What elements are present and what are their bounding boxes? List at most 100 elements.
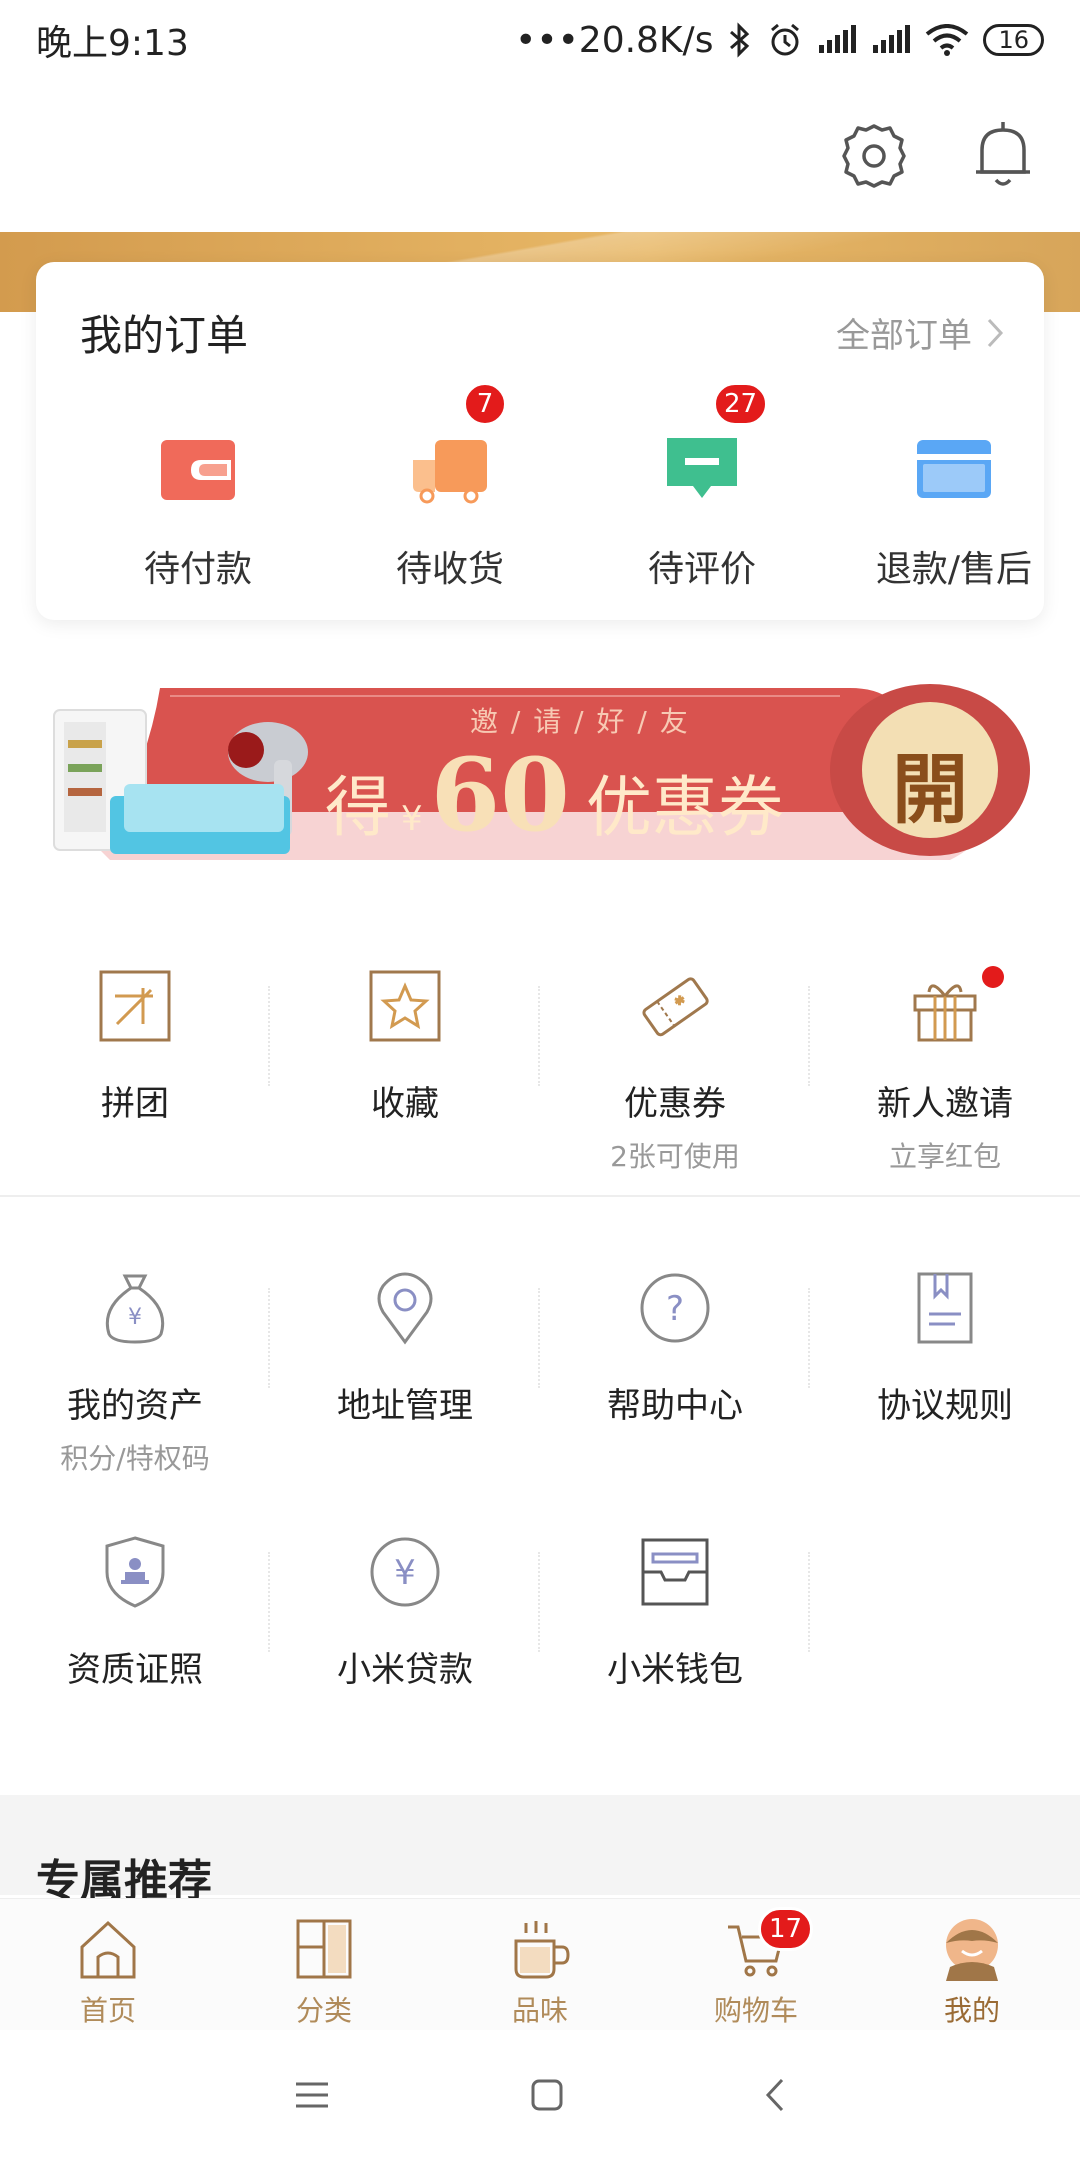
review-badge: 27 bbox=[713, 382, 769, 426]
cup-icon bbox=[514, 1921, 570, 1979]
service-label: 地址管理 bbox=[337, 1386, 473, 1426]
banner-currency: ¥ bbox=[401, 799, 423, 839]
group-buy-icon bbox=[99, 970, 171, 1042]
services-row-3: 资质证照 ¥ 小米贷款 小米钱包 bbox=[0, 1532, 1080, 1691]
receipt-badge: 7 bbox=[463, 382, 507, 426]
status-time: 晚上9:13 bbox=[36, 23, 189, 64]
orders-card: 我的订单 全部订单 待付款 7 待收货 27 待评价 退款/售后 bbox=[36, 262, 1044, 620]
tab-label: 分类 bbox=[295, 1994, 352, 2027]
service-label: 新人邀请 bbox=[877, 1084, 1013, 1124]
card-icon bbox=[917, 440, 991, 498]
service-sub: 积分/特权码 bbox=[60, 1442, 210, 1475]
tab-home[interactable]: 首页 bbox=[0, 1899, 216, 2030]
service-coupons[interactable]: 优惠券 2张可使用 bbox=[540, 966, 810, 1175]
battery-level: 16 bbox=[998, 26, 1029, 54]
order-pending-receipt[interactable]: 7 待收货 bbox=[350, 382, 550, 592]
star-icon bbox=[369, 970, 441, 1042]
menu-icon[interactable] bbox=[294, 2080, 330, 2110]
system-nav-bar bbox=[0, 2030, 1080, 2160]
order-pending-review[interactable]: 27 待评价 bbox=[602, 382, 802, 592]
service-qualifications[interactable]: 资质证照 bbox=[0, 1532, 270, 1691]
service-label: 优惠券 bbox=[624, 1084, 726, 1124]
alarm-icon bbox=[771, 23, 800, 56]
section-divider bbox=[0, 1195, 1080, 1197]
back-icon[interactable] bbox=[764, 2077, 786, 2113]
order-label: 待收货 bbox=[395, 549, 504, 590]
service-sub: 立享红包 bbox=[888, 1140, 1001, 1173]
service-favorites[interactable]: 收藏 bbox=[270, 966, 540, 1175]
coupon-icon bbox=[642, 977, 709, 1037]
comment-icon bbox=[667, 438, 737, 498]
recommend-section: 专属推荐 bbox=[0, 1795, 1080, 1907]
order-refund[interactable]: 退款/售后 bbox=[854, 422, 1054, 592]
service-address[interactable]: 地址管理 bbox=[270, 1268, 540, 1477]
chevron-right-icon bbox=[987, 318, 1004, 347]
service-loan[interactable]: ¥ 小米贷款 bbox=[270, 1532, 540, 1691]
location-icon bbox=[377, 1272, 433, 1345]
tab-label: 品味 bbox=[511, 1994, 568, 2027]
service-agreements[interactable]: 协议规则 bbox=[810, 1268, 1080, 1477]
tab-label: 购物车 bbox=[713, 1994, 798, 2027]
money-bag-icon: ¥ bbox=[105, 1274, 165, 1344]
home-button-icon[interactable] bbox=[530, 2078, 564, 2112]
shield-badge-icon bbox=[105, 1536, 165, 1608]
service-label: 小米钱包 bbox=[607, 1650, 743, 1690]
tab-cart[interactable]: 17 购物车 bbox=[648, 1899, 864, 2030]
service-label: 拼团 bbox=[101, 1084, 169, 1124]
status-bar: 晚上9:13 •••20.8K/s 16 bbox=[0, 0, 1080, 80]
service-help[interactable]: ? 帮助中心 bbox=[540, 1268, 810, 1477]
banner-suffix: 优惠券 bbox=[585, 769, 784, 846]
wifi-icon bbox=[926, 24, 969, 56]
banner-prefix: 得 bbox=[325, 769, 391, 846]
home-icon bbox=[80, 1920, 136, 1979]
bell-icon[interactable] bbox=[972, 120, 1034, 190]
help-icon: ? bbox=[640, 1273, 710, 1343]
service-wallet[interactable]: 小米钱包 bbox=[540, 1532, 810, 1691]
service-label: 小米贷款 bbox=[337, 1650, 473, 1690]
document-icon bbox=[917, 1272, 973, 1344]
service-sub: 2张可使用 bbox=[610, 1140, 740, 1173]
banner-open-button[interactable]: 開 bbox=[892, 728, 968, 838]
order-pending-payment[interactable]: 待付款 bbox=[98, 422, 298, 592]
all-orders-link[interactable]: 全部订单 bbox=[836, 308, 1004, 357]
signal-icon bbox=[819, 25, 857, 53]
banner-amount: 60 bbox=[430, 736, 570, 854]
network-speed: •••20.8K/s bbox=[515, 19, 714, 61]
orders-title: 我的订单 bbox=[80, 311, 249, 360]
service-group-buy[interactable]: 拼团 bbox=[0, 966, 270, 1175]
svg-text:?: ? bbox=[666, 1289, 684, 1329]
gear-icon[interactable] bbox=[840, 122, 908, 190]
tab-label: 首页 bbox=[79, 1994, 136, 2027]
svg-text:¥: ¥ bbox=[128, 1305, 142, 1330]
signal-icon-2 bbox=[873, 25, 911, 53]
tab-profile[interactable]: 我的 bbox=[864, 1899, 1080, 2030]
service-invite[interactable]: 新人邀请 立享红包 bbox=[810, 966, 1080, 1175]
order-label: 退款/售后 bbox=[875, 549, 1033, 590]
order-label: 待付款 bbox=[143, 549, 252, 590]
yuan-icon: ¥ bbox=[370, 1537, 440, 1607]
banner-headline: 得 ¥ 60 优惠券 bbox=[325, 736, 784, 854]
divider bbox=[808, 1552, 810, 1652]
battery-indicator: 16 bbox=[983, 24, 1044, 56]
services-row-1: 拼团 收藏 优惠券 2张可使用 新人邀请 立享红包 bbox=[0, 966, 1080, 1175]
svg-text:¥: ¥ bbox=[394, 1553, 416, 1593]
service-label: 资质证照 bbox=[67, 1650, 203, 1690]
top-bar bbox=[0, 80, 1080, 230]
service-label: 我的资产 bbox=[67, 1386, 203, 1426]
gift-icon bbox=[913, 984, 977, 1042]
truck-icon bbox=[413, 440, 487, 504]
status-icons: •••20.8K/s 16 bbox=[515, 20, 1044, 61]
all-orders-label: 全部订单 bbox=[836, 316, 972, 356]
banner-top-text: 邀 / 请 / 好 / 友 bbox=[470, 705, 690, 738]
cart-badge: 17 bbox=[758, 1907, 814, 1951]
bottom-tab-bar: 首页 分类 品味 17 购物车 我的 bbox=[0, 1898, 1080, 2030]
service-my-assets[interactable]: ¥ 我的资产 积分/特权码 bbox=[0, 1268, 270, 1477]
category-icon bbox=[296, 1919, 352, 1979]
wallet-box-icon bbox=[641, 1538, 709, 1606]
tab-category[interactable]: 分类 bbox=[216, 1899, 432, 2030]
services-row-2: ¥ 我的资产 积分/特权码 地址管理 ? 帮助中心 协议规则 bbox=[0, 1268, 1080, 1477]
invite-banner[interactable]: 邀 / 请 / 好 / 友 得 ¥ 60 优惠券 開 bbox=[50, 680, 1030, 870]
bluetooth-icon bbox=[730, 22, 750, 58]
tab-label: 我的 bbox=[943, 1994, 1000, 2027]
tab-taste[interactable]: 品味 bbox=[432, 1899, 648, 2030]
